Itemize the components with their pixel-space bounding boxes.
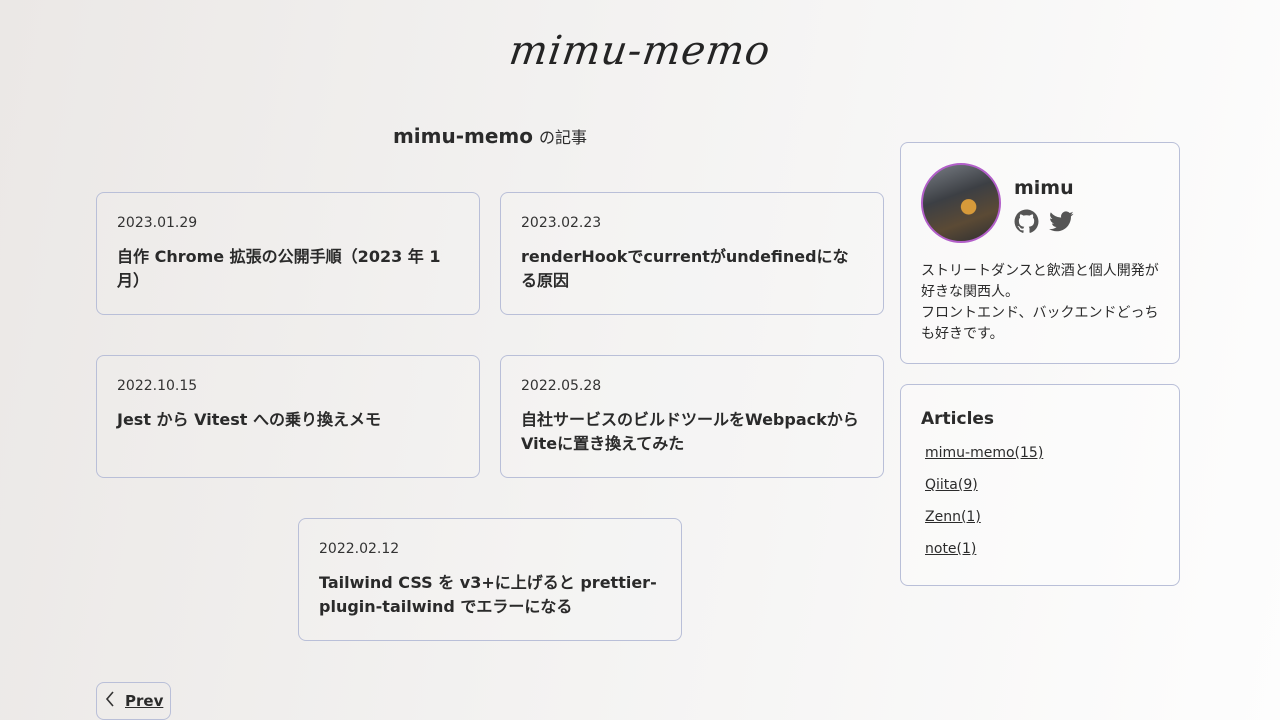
post-title[interactable]: Tailwind CSS を v3+に上げると prettier-plugin-… — [319, 571, 661, 619]
list-item: Zenn(1) — [925, 509, 1043, 541]
avatar — [921, 163, 1001, 243]
site-logo[interactable]: mimu-memo — [0, 28, 1280, 74]
profile-bio: ストリートダンスと飲酒と個人開発が好きな関西人。 フロントエンド、バックエンドど… — [921, 261, 1166, 345]
post-date: 2022.02.12 — [319, 541, 400, 557]
post-card[interactable]: 2022.10.15 Jest から Vitest への乗り換えメモ — [96, 355, 480, 478]
section-title-suffix: の記事 — [539, 128, 588, 147]
profile-name: mimu — [1014, 177, 1074, 199]
post-title[interactable]: 自作 Chrome 拡張の公開手順（2023 年 1 月） — [117, 245, 459, 293]
prev-label: Prev — [125, 692, 164, 710]
social-links — [1014, 209, 1074, 234]
list-item: Qiita(9) — [925, 477, 1043, 509]
articles-link-zenn[interactable]: Zenn(1) — [925, 509, 981, 525]
articles-list: mimu-memo(15) Qiita(9) Zenn(1) note(1) — [925, 445, 1043, 573]
articles-card: Articles mimu-memo(15) Qiita(9) Zenn(1) … — [900, 384, 1180, 586]
list-item: note(1) — [925, 541, 1043, 573]
bio-line: フロントエンド、バックエンドどっちも好きです。 — [921, 305, 1159, 342]
articles-link-note[interactable]: note(1) — [925, 541, 976, 557]
articles-link-qiita[interactable]: Qiita(9) — [925, 477, 978, 493]
post-card[interactable]: 2023.01.29 自作 Chrome 拡張の公開手順（2023 年 1 月） — [96, 192, 480, 315]
post-title[interactable]: Jest から Vitest への乗り換えメモ — [117, 408, 459, 432]
github-icon[interactable] — [1014, 209, 1039, 234]
post-title[interactable]: 自社サービスのビルドツールをWebpackからViteに置き換えてみた — [521, 408, 863, 456]
post-card[interactable]: 2022.02.12 Tailwind CSS を v3+に上げると prett… — [298, 518, 682, 641]
articles-heading: Articles — [921, 409, 995, 429]
page-title: mimu-memo の記事 — [96, 124, 884, 148]
post-card[interactable]: 2023.02.23 renderHookでcurrentがundefinedに… — [500, 192, 884, 315]
twitter-icon[interactable] — [1049, 209, 1074, 234]
list-item: mimu-memo(15) — [925, 445, 1043, 477]
post-date: 2023.02.23 — [521, 215, 602, 231]
post-card[interactable]: 2022.05.28 自社サービスのビルドツールをWebpackからViteに置… — [500, 355, 884, 478]
post-date: 2023.01.29 — [117, 215, 198, 231]
bio-line: ストリートダンスと飲酒と個人開発が好きな関西人。 — [921, 263, 1159, 300]
post-date: 2022.05.28 — [521, 378, 602, 394]
articles-link-mimu-memo[interactable]: mimu-memo(15) — [925, 445, 1043, 461]
post-title[interactable]: renderHookでcurrentがundefinedになる原因 — [521, 245, 863, 293]
profile-card: mimu ストリートダンスと飲酒と個人開発が好きな関西人。 フロントエンド、バッ… — [900, 142, 1180, 364]
prev-page-button[interactable]: Prev — [96, 682, 171, 720]
section-title-name: mimu-memo — [392, 124, 534, 148]
post-date: 2022.10.15 — [117, 378, 198, 394]
chevron-left-icon — [105, 691, 115, 711]
